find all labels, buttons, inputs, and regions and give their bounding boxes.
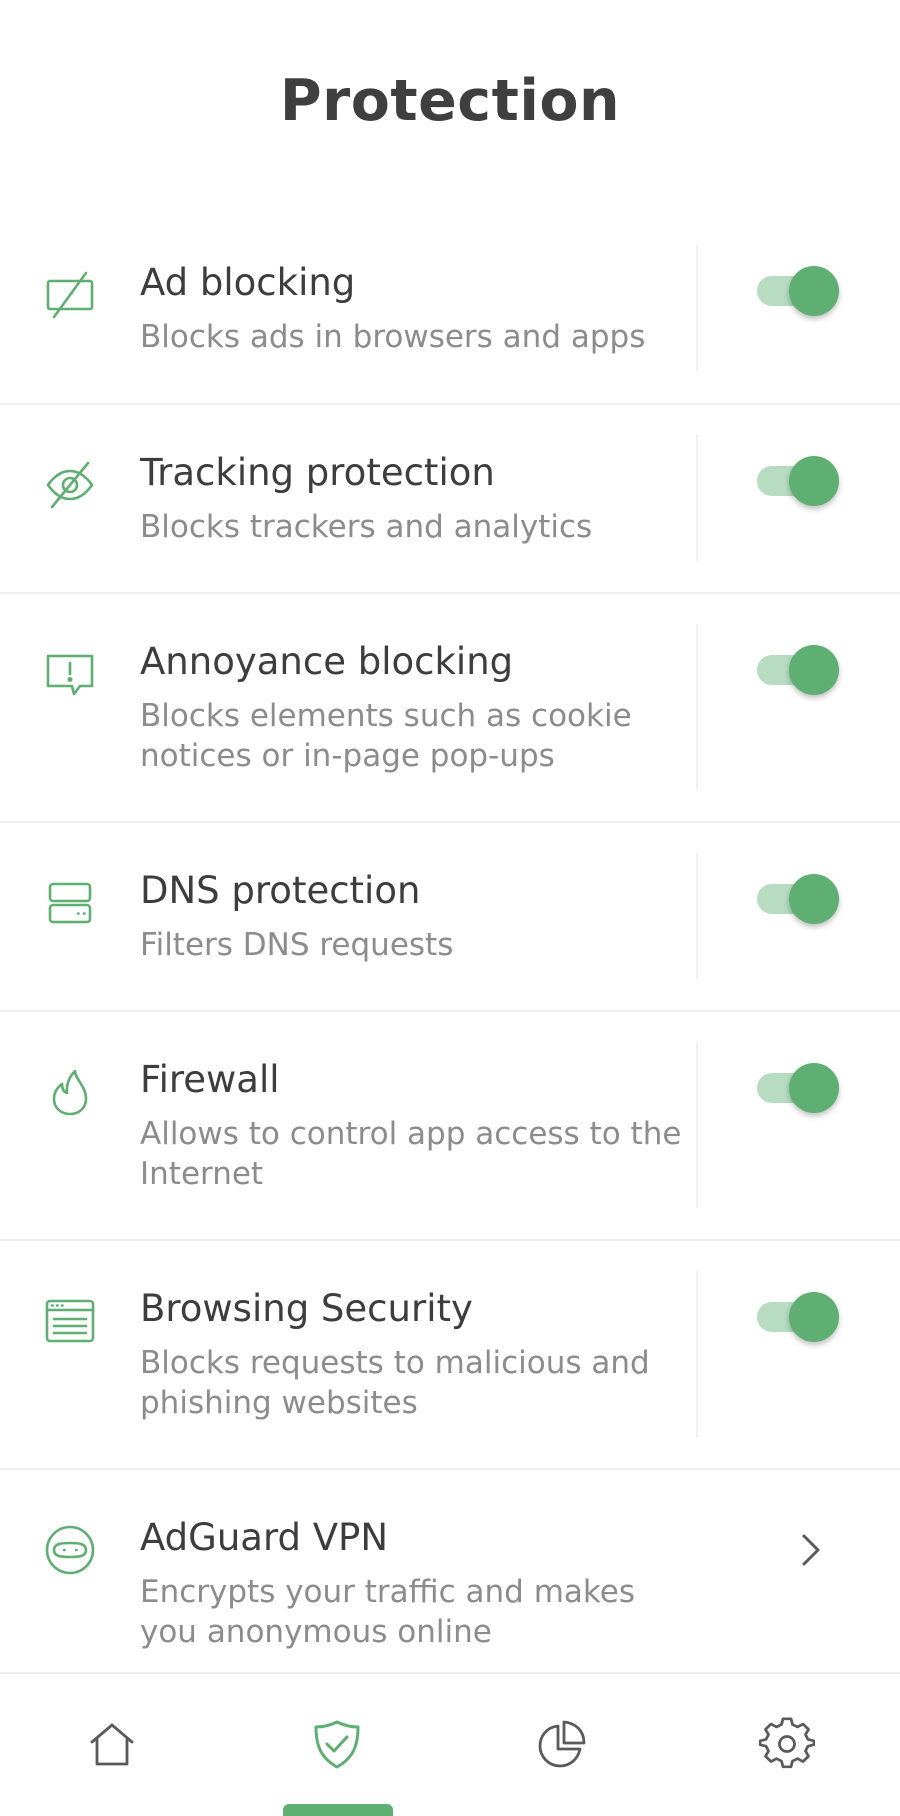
gear-icon	[759, 1717, 815, 1769]
page-title: Protection	[279, 68, 621, 134]
item-title: AdGuard VPN	[140, 1516, 389, 1559]
item-title: DNS protection	[140, 869, 421, 912]
list-item-browsing-security[interactable]: Browsing Security Blocks requests to mal…	[0, 1241, 900, 1470]
toggle-knob	[789, 266, 839, 316]
list-item-adguard-vpn[interactable]: AdGuard VPN Encrypts your traffic and ma…	[0, 1470, 900, 1670]
item-description: Blocks elements such as cookie notices o…	[140, 698, 632, 775]
list-item-ad-blocking[interactable]: Ad blocking Blocks ads in browsers and a…	[0, 215, 900, 405]
ad-blocking-toggle[interactable]	[757, 262, 839, 316]
divider	[696, 853, 698, 979]
toggle-knob	[789, 456, 839, 506]
tracking-protection-toggle[interactable]	[757, 452, 839, 506]
nav-protection[interactable]	[262, 1674, 412, 1814]
list-item-tracking-protection[interactable]: Tracking protection Blocks trackers and …	[0, 405, 900, 594]
eye-slash-icon	[40, 455, 100, 515]
header: Protection	[0, 0, 900, 200]
nav-settings[interactable]	[712, 1674, 862, 1814]
nav-home[interactable]	[37, 1674, 187, 1814]
dns-protection-toggle[interactable]	[757, 870, 839, 924]
active-tab-indicator	[283, 1804, 393, 1816]
list-item-firewall[interactable]: Firewall Allows to control app access to…	[0, 1012, 900, 1241]
pie-chart-icon	[538, 1720, 586, 1768]
divider	[696, 624, 698, 790]
server-icon	[40, 873, 100, 933]
item-description: Blocks trackers and analytics	[140, 509, 593, 546]
list-item-dns-protection[interactable]: DNS protection Filters DNS requests	[0, 823, 900, 1012]
item-description: Allows to control app access to the Inte…	[140, 1116, 682, 1193]
divider	[696, 435, 698, 561]
toggle-knob	[789, 645, 839, 695]
divider	[696, 245, 698, 371]
item-title: Firewall	[140, 1058, 280, 1101]
chevron-right-icon[interactable]	[790, 1530, 830, 1570]
flame-icon	[40, 1062, 100, 1122]
bottom-navigation	[0, 1672, 900, 1816]
exclamation-bubble-icon	[40, 644, 100, 704]
divider	[696, 1271, 698, 1437]
browser-window-icon	[40, 1291, 100, 1351]
item-title: Annoyance blocking	[140, 640, 514, 683]
vpn-robot-icon	[40, 1520, 100, 1580]
item-description: Encrypts your traffic and makes you anon…	[140, 1574, 635, 1651]
shield-check-icon	[314, 1720, 360, 1769]
toggle-knob	[789, 1292, 839, 1342]
list-item-annoyance-blocking[interactable]: Annoyance blocking Blocks elements such …	[0, 594, 900, 823]
browsing-security-toggle[interactable]	[757, 1288, 839, 1342]
item-description: Blocks ads in browsers and apps	[140, 319, 646, 356]
protection-list: Ad blocking Blocks ads in browsers and a…	[0, 215, 900, 1670]
toggle-knob	[789, 874, 839, 924]
annoyance-blocking-toggle[interactable]	[757, 641, 839, 695]
firewall-toggle[interactable]	[757, 1059, 839, 1113]
item-description: Filters DNS requests	[140, 927, 454, 964]
item-title: Ad blocking	[140, 261, 356, 304]
divider	[696, 1042, 698, 1208]
item-title: Tracking protection	[140, 451, 495, 494]
ad-blocking-icon	[40, 265, 100, 325]
nav-statistics[interactable]	[486, 1674, 636, 1814]
toggle-knob	[789, 1063, 839, 1113]
item-title: Browsing Security	[140, 1287, 473, 1330]
home-icon	[90, 1723, 134, 1766]
item-description: Blocks requests to malicious and phishin…	[140, 1345, 650, 1422]
